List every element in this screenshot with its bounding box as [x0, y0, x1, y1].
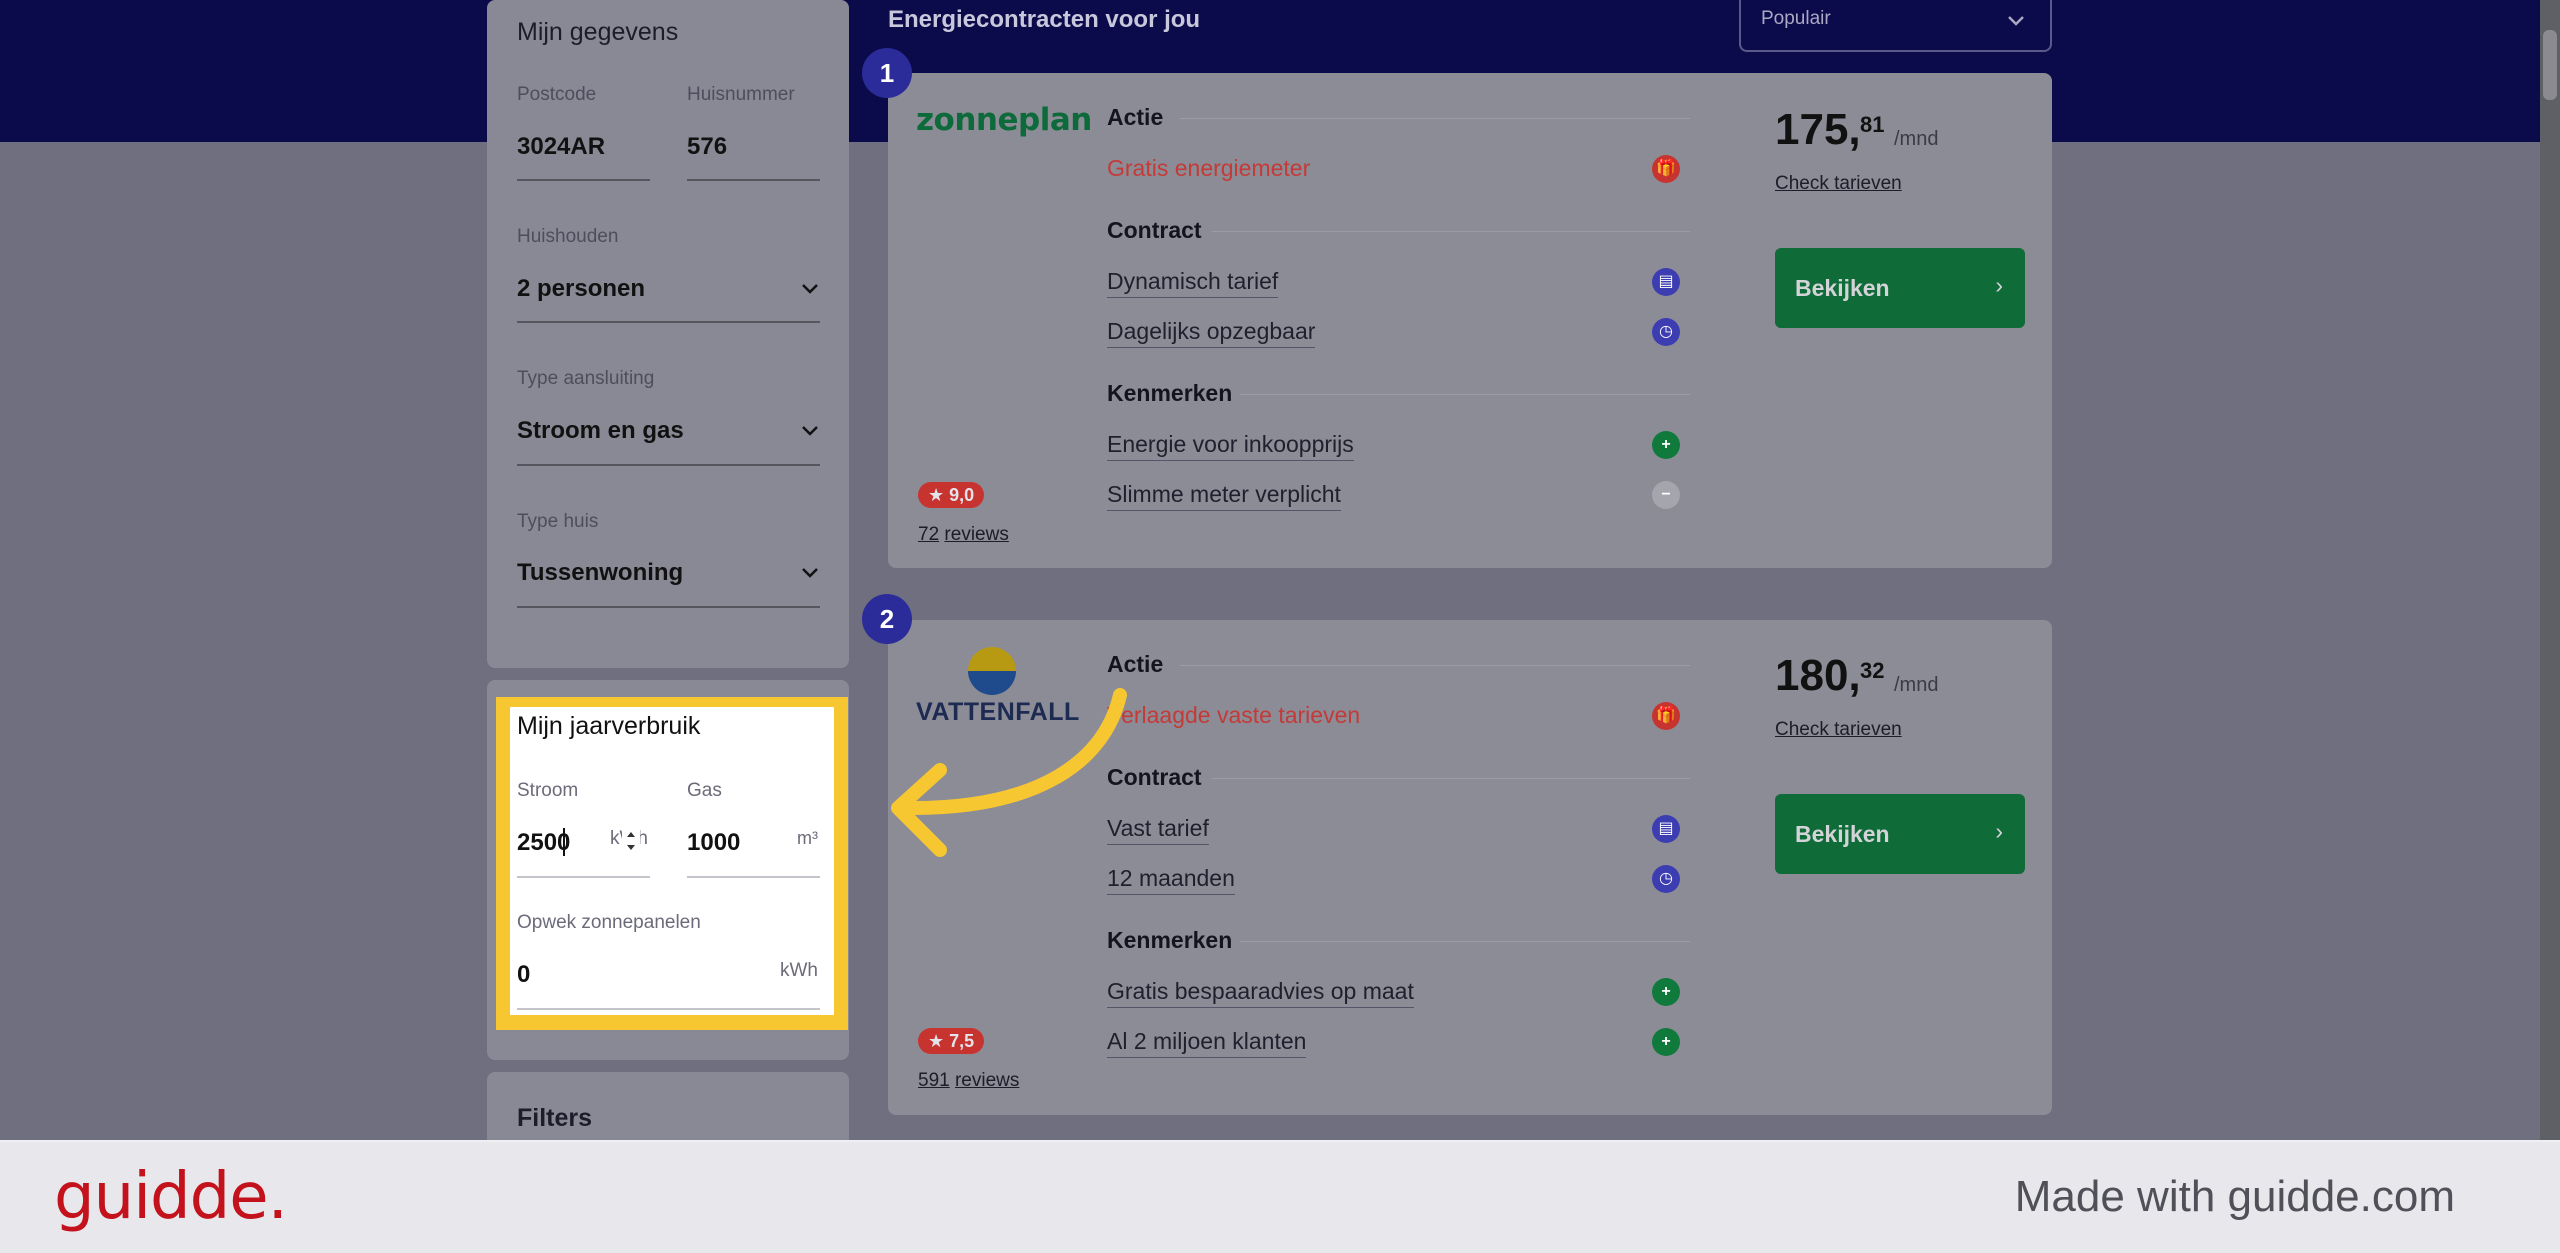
document-icon: ▤: [1652, 268, 1680, 296]
reviews-label: reviews: [954, 1070, 1020, 1091]
kenmerk-item[interactable]: Gratis bespaaradvies op maat: [1107, 978, 1414, 1008]
rating-value: 7,5: [949, 1031, 975, 1051]
section-divider: [1180, 118, 1690, 119]
chevron-right-icon: ›: [1995, 818, 2003, 844]
postcode-label: Postcode: [517, 84, 597, 105]
reviews-count: 591: [918, 1070, 950, 1091]
stepper-arrows-icon[interactable]: [622, 826, 640, 856]
opwek-label: Opwek zonnepanelen: [517, 912, 701, 933]
chevron-right-icon: ›: [1995, 272, 2003, 298]
price-unit: /mnd: [1894, 674, 1939, 696]
rank-badge: 1: [862, 48, 912, 98]
price-unit: /mnd: [1894, 128, 1939, 150]
huisnummer-field[interactable]: 576: [687, 133, 727, 161]
actie-text: Verlaagde vaste tarieven: [1107, 702, 1361, 728]
actie-title: Actie: [1107, 104, 1164, 130]
gift-icon: 🎁: [1652, 155, 1680, 183]
guidde-logo: guidde.: [54, 1160, 288, 1234]
aansluiting-select[interactable]: Stroom en gas: [517, 417, 684, 445]
annotation-arrow-icon: [891, 688, 1127, 857]
kenmerk-item[interactable]: Slimme meter verplicht: [1107, 481, 1341, 511]
bekijken-button[interactable]: Bekijken ›: [1775, 248, 2025, 328]
actie-text: Gratis energiemeter: [1107, 155, 1311, 181]
gas-label: Gas: [687, 780, 722, 801]
typehuis-label: Type huis: [517, 511, 599, 532]
contract-item[interactable]: Dynamisch tarief: [1107, 268, 1279, 298]
section-divider: [1240, 394, 1690, 395]
reviews-link[interactable]: 591 reviews: [918, 1070, 1019, 1092]
page-scrollbar[interactable]: [2540, 0, 2560, 1140]
rank-badge: 2: [862, 594, 912, 644]
bekijken-label: Bekijken: [1795, 821, 1890, 847]
rating-value: 9,0: [949, 485, 975, 505]
typehuis-select[interactable]: Tussenwoning: [517, 559, 683, 587]
opwek-underline: [517, 1008, 820, 1010]
price-amount: 180,: [1775, 651, 1861, 700]
actie-title: Actie: [1107, 651, 1164, 677]
kenmerk-item[interactable]: Al 2 miljoen klanten: [1107, 1028, 1307, 1058]
bekijken-label: Bekijken: [1795, 275, 1890, 301]
check-tarieven-link[interactable]: Check tarieven: [1775, 719, 1902, 741]
kenmerken-title: Kenmerken: [1107, 380, 1233, 406]
gas-unit: m³: [797, 828, 818, 848]
reviews-label: reviews: [944, 524, 1009, 545]
rating-badge: ★ 9,0: [918, 482, 985, 508]
minus-icon: −: [1652, 481, 1680, 509]
kenmerk-item[interactable]: Energie voor inkoopprijs: [1107, 431, 1354, 461]
chevron-down-icon[interactable]: [798, 276, 822, 300]
number-stepper[interactable]: [622, 826, 640, 856]
gift-icon: 🎁: [1652, 702, 1680, 730]
contract-title: Contract: [1107, 217, 1202, 243]
huishouden-label: Huishouden: [517, 226, 619, 247]
huisnummer-label: Huisnummer: [687, 84, 795, 105]
price-cents: 81: [1860, 112, 1885, 137]
gas-input[interactable]: 1000: [687, 829, 740, 857]
rating-badge: ★ 7,5: [918, 1028, 985, 1054]
chevron-down-icon[interactable]: [798, 560, 822, 584]
text-cursor: [563, 828, 565, 856]
stopwatch-icon: ◷: [1652, 865, 1680, 893]
filters-title: Filters: [517, 1104, 593, 1132]
opwek-input[interactable]: 0: [517, 961, 530, 989]
gas-underline: [687, 876, 820, 878]
plus-icon: +: [1652, 978, 1680, 1006]
bekijken-button[interactable]: Bekijken ›: [1775, 794, 2025, 874]
aansluiting-underline: [517, 464, 820, 466]
made-with-text: Made with guidde.com: [2014, 1172, 2455, 1221]
scrollbar-thumb[interactable]: [2543, 30, 2557, 100]
chevron-down-icon[interactable]: [798, 418, 822, 442]
stroom-label: Stroom: [517, 780, 579, 801]
reviews-link[interactable]: 72 reviews: [918, 524, 1009, 546]
stopwatch-icon: ◷: [1652, 318, 1680, 346]
huishouden-underline: [517, 321, 820, 323]
page-title: Energiecontracten voor jou: [888, 6, 1201, 33]
plus-icon: +: [1652, 431, 1680, 459]
stroom-underline: [517, 876, 650, 878]
document-icon: ▤: [1652, 815, 1680, 843]
section-divider: [1180, 665, 1690, 666]
price-amount: 175,: [1775, 105, 1861, 154]
huishouden-select[interactable]: 2 personen: [517, 275, 645, 303]
postcode-underline: [517, 179, 650, 181]
kenmerken-title: Kenmerken: [1107, 927, 1233, 953]
sort-select[interactable]: Populair: [1739, 0, 2052, 52]
plus-icon: +: [1652, 1028, 1680, 1056]
jaarverbruik-title: Mijn jaarverbruik: [517, 712, 701, 740]
contract-item[interactable]: Dagelijks opzegbaar: [1107, 318, 1316, 348]
mijn-gegevens-title: Mijn gegevens: [517, 18, 679, 46]
typehuis-underline: [517, 606, 820, 608]
huisnummer-underline: [687, 179, 820, 181]
opwek-unit: kWh: [780, 960, 818, 981]
reviews-count: 72: [918, 524, 940, 545]
price-cents: 32: [1860, 658, 1885, 683]
check-tarieven-link[interactable]: Check tarieven: [1775, 173, 1902, 195]
postcode-field[interactable]: 3024AR: [517, 133, 605, 161]
brand-logo: zonneplan: [916, 102, 1092, 138]
section-divider: [1240, 941, 1690, 942]
aansluiting-label: Type aansluiting: [517, 368, 655, 389]
sort-select-value: Populair: [1761, 8, 1831, 29]
section-divider: [1212, 778, 1690, 779]
chevron-down-icon: [2004, 8, 2028, 38]
section-divider: [1212, 231, 1690, 232]
